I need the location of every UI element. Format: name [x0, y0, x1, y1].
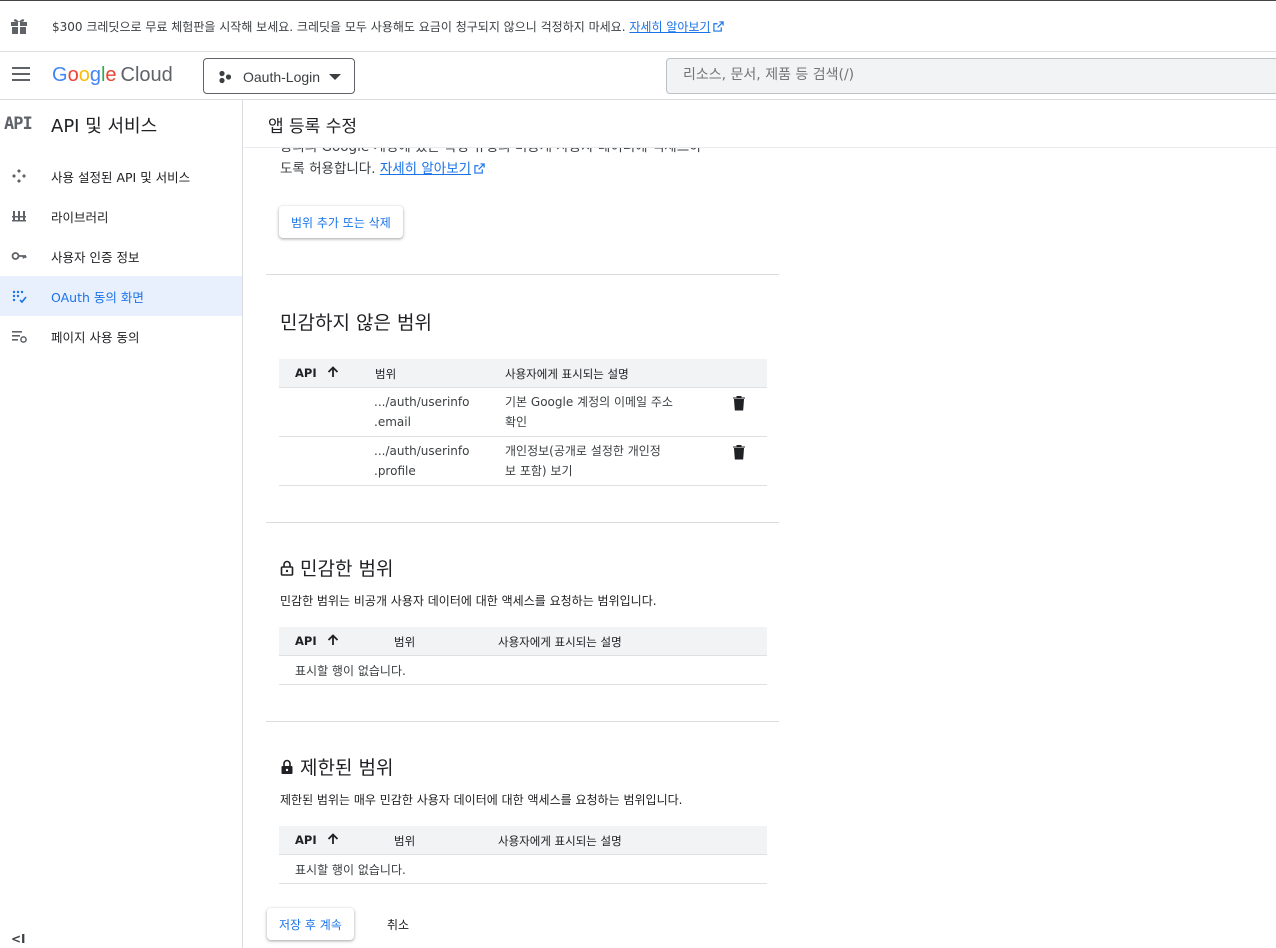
sidebar-item-label: 라이브러리	[51, 210, 109, 225]
restricted-scopes-table: API 범위 사용자에게 표시되는 설명 표시할 행이 없습니다.	[279, 826, 767, 884]
sidebar-item-label: 사용 설정된 API 및 서비스	[51, 170, 191, 185]
gift-icon	[11, 19, 27, 34]
sidebar-item-credentials[interactable]: 사용자 인증 정보	[0, 236, 242, 276]
library-icon	[12, 211, 26, 222]
search-input[interactable]	[683, 67, 1243, 83]
scopes-intro-line1: 동의의 Google 계정에 있는 특정 유형의 비공개 사용자 데이터에 액세…	[280, 148, 770, 158]
lock-open-icon	[280, 560, 294, 576]
scope-cell: .../auth/userinfo .email	[374, 395, 470, 429]
chevron-down-icon	[329, 74, 341, 80]
table-row: .../auth/userinfo .email 기본 Google 계정의 이메…	[279, 388, 767, 437]
scope-cell: .../auth/userinfo .profile	[374, 444, 470, 478]
project-name: Oauth-Login	[243, 69, 321, 85]
sidebar-item-label: 사용자 인증 정보	[51, 250, 140, 265]
sort-arrow-up-icon	[327, 833, 338, 844]
column-header-description: 사용자에게 표시되는 설명	[498, 635, 622, 649]
description-cell: 개인정보(공개로 설정한 개인정 보 포함) 보기	[505, 444, 661, 478]
scopes-learn-more-link[interactable]: 자세히 알아보기	[380, 161, 485, 177]
column-header-description: 사용자에게 표시되는 설명	[505, 367, 629, 381]
banner-text: $300 크레딧으로 무료 체험판을 시작해 보세요. 크레딧을 모두 사용해도…	[52, 20, 626, 34]
sidebar-item-label: 페이지 사용 동의	[51, 330, 140, 345]
empty-message: 표시할 행이 없습니다.	[295, 664, 406, 678]
restricted-scopes-title: 제한된 범위	[280, 753, 393, 780]
google-cloud-logo[interactable]: Google Cloud	[52, 64, 173, 87]
scopes-intro-line2: 도록 허용합니다. 자세히 알아보기	[280, 158, 770, 180]
empty-table-row: 표시할 행이 없습니다.	[279, 656, 767, 685]
banner-message: $300 크레딧으로 무료 체험판을 시작해 보세요. 크레딧을 모두 사용해도…	[52, 18, 725, 35]
project-picker[interactable]: Oauth-Login	[203, 58, 355, 94]
column-header-scope: 범위	[394, 635, 416, 649]
column-header-scope: 범위	[394, 834, 416, 848]
sidebar-title: API 및 서비스	[51, 116, 158, 137]
empty-table-row: 표시할 행이 없습니다.	[279, 855, 767, 884]
page-usage-agreement-icon	[12, 331, 27, 343]
top-header: Google Cloud Oauth-Login	[0, 52, 1276, 100]
cloud-wordmark: Cloud	[120, 64, 173, 86]
main-menu-icon[interactable]	[12, 67, 30, 81]
restricted-scopes-description: 제한된 범위는 매우 민감한 사용자 데이터에 대한 액세스를 요청하는 범위입…	[280, 793, 683, 807]
sensitive-scopes-title: 민감한 범위	[280, 554, 393, 581]
enabled-apis-icon	[12, 169, 26, 183]
save-and-continue-button[interactable]: 저장 후 계속	[267, 908, 354, 940]
column-header-api[interactable]: API	[295, 634, 339, 648]
non-sensitive-scopes-table: API 범위 사용자에게 표시되는 설명 .../auth/userinfo .e…	[279, 359, 767, 486]
non-sensitive-scopes-title: 민감하지 않은 범위	[280, 312, 432, 334]
sidebar-item-page-usage-agreement[interactable]: 페이지 사용 동의	[0, 316, 242, 356]
project-icon	[219, 70, 232, 84]
free-trial-banner: $300 크레딧으로 무료 체험판을 시작해 보세요. 크레딧을 모두 사용해도…	[0, 0, 1276, 52]
column-header-description: 사용자에게 표시되는 설명	[498, 834, 622, 848]
delete-icon[interactable]	[732, 444, 746, 460]
page-title: 앱 등록 수정	[268, 117, 358, 137]
key-icon	[11, 252, 27, 260]
description-cell: 기본 Google 계정의 이메일 주소 확인	[505, 395, 673, 429]
google-wordmark: Google	[52, 64, 117, 86]
cancel-button[interactable]: 취소	[375, 908, 421, 940]
section-divider	[266, 721, 779, 722]
sidebar-item-library[interactable]: 라이브러리	[0, 196, 242, 236]
delete-icon[interactable]	[732, 395, 746, 411]
oauth-consent-icon	[12, 290, 27, 304]
section-divider	[266, 274, 779, 275]
sort-arrow-up-icon	[327, 366, 338, 377]
table-row: .../auth/userinfo .profile 개인정보(공개로 설정한 개…	[279, 437, 767, 486]
column-header-scope: 범위	[375, 367, 397, 381]
sensitive-scopes-description: 민감한 범위는 비공개 사용자 데이터에 대한 액세스를 요청하는 범위입니다.	[280, 594, 657, 608]
sidebar-item-label: OAuth 동의 화면	[51, 290, 144, 305]
collapse-sidebar-icon[interactable]: <I	[11, 932, 26, 946]
scopes-intro-text: 동의의 Google 계정에 있는 특정 유형의 비공개 사용자 데이터에 액세…	[280, 148, 770, 180]
banner-learn-more-link[interactable]: 자세히 알아보기	[629, 20, 725, 34]
column-header-api[interactable]: API	[295, 833, 339, 847]
table-header: API 범위 사용자에게 표시되는 설명	[279, 359, 767, 388]
lock-icon	[281, 759, 293, 774]
empty-message: 표시할 행이 없습니다.	[295, 863, 406, 877]
column-header-api[interactable]: API	[295, 366, 339, 380]
sort-arrow-up-icon	[327, 634, 338, 645]
sidebar-header: API API 및 서비스	[0, 100, 242, 148]
external-link-icon	[713, 21, 725, 32]
section-divider	[266, 522, 779, 523]
sidebar-item-oauth-consent[interactable]: OAuth 동의 화면	[0, 276, 242, 316]
main-content: 동의의 Google 계정에 있는 특정 유형의 비공개 사용자 데이터에 액세…	[244, 148, 1276, 948]
add-remove-scopes-button[interactable]: 범위 추가 또는 삭제	[279, 206, 403, 238]
sidebar-item-enabled-apis[interactable]: 사용 설정된 API 및 서비스	[0, 156, 242, 196]
sensitive-scopes-table: API 범위 사용자에게 표시되는 설명 표시할 행이 없습니다.	[279, 627, 767, 685]
page-header: 앱 등록 수정	[244, 100, 1276, 148]
table-header: API 범위 사용자에게 표시되는 설명	[279, 826, 767, 855]
table-header: API 범위 사용자에게 표시되는 설명	[279, 627, 767, 656]
search-box[interactable]	[666, 58, 1276, 94]
api-icon: API	[4, 114, 33, 134]
external-link-icon	[474, 163, 485, 174]
sidebar: API API 및 서비스 사용 설정된 API 및 서비스 라이브러리 사용자…	[0, 100, 243, 948]
